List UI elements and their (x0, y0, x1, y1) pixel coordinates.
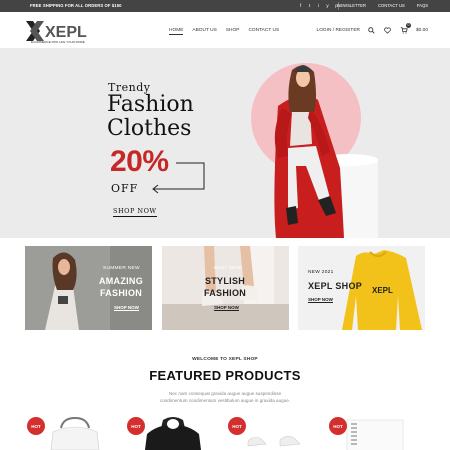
arrow-decoration (152, 162, 205, 194)
newsletter-link[interactable]: NEWSLETTER (337, 3, 366, 8)
xepl-logo[interactable]: XEPL ECOMMERCE PRO LIFE YOUR PRIDE (24, 18, 102, 44)
banner2-title-line1: STYLISH (204, 276, 246, 286)
cart-total[interactable]: $0.00 (416, 28, 428, 33)
free-shipping-text: FREE SHIPPING FOR ALL ORDERS OF $150 (30, 3, 122, 8)
top-links: NEWSLETTER CONTACT US FAQS (337, 3, 428, 8)
instagram-icon[interactable]: i (316, 3, 321, 8)
cart-count-badge: 0 (405, 23, 411, 28)
site-header: XEPL ECOMMERCE PRO LIFE YOUR PRIDE HOME … (0, 12, 450, 48)
banner1-shop-now-link[interactable]: SHOP NOW (114, 305, 139, 311)
logo-tagline: ECOMMERCE PRO LIFE YOUR PRIDE (31, 40, 85, 44)
search-icon[interactable] (368, 26, 376, 34)
banner3-shop-now-link[interactable]: SHOP NOW (308, 297, 333, 303)
youtube-icon[interactable]: y (325, 3, 330, 8)
twitter-icon[interactable]: t (307, 3, 312, 8)
banner1-title-line2: FASHION (99, 288, 143, 298)
featured-description-line2: condimentum condimentum vestibulum augue… (159, 398, 291, 403)
main-nav: HOME ABOUT US SHOP CONTACT US (169, 28, 279, 35)
nav-contact-us[interactable]: CONTACT US (248, 28, 279, 33)
header-actions: LOGIN / REGISTER 0 $0.00 (317, 23, 428, 34)
welcome-text: WELCOME TO XEPL SHOP (192, 357, 258, 362)
hot-badge: HOT (27, 417, 45, 435)
banner3-title: XEPL SHOP (308, 281, 363, 291)
banner1-eyebrow: SUMMER NEW (103, 266, 140, 271)
product-card[interactable]: HOT (125, 414, 217, 450)
login-register-link[interactable]: LOGIN / REGISTER (317, 28, 360, 33)
banner3-eyebrow: NEW 2021 (308, 270, 334, 275)
product-card[interactable]: HOT (327, 414, 419, 450)
nav-about-us[interactable]: ABOUT US (192, 28, 216, 33)
heart-icon[interactable] (384, 26, 392, 34)
faqs-link[interactable]: FAQS (417, 3, 428, 8)
hot-badge: HOT (127, 417, 145, 435)
cart-icon[interactable]: 0 (400, 23, 411, 34)
hero-model-image (251, 63, 378, 238)
featured-description-line1: Nec nam consequat gravida augue augue su… (168, 391, 282, 396)
social-links: f t i y p (298, 3, 339, 8)
banner1-title-line1: AMAZING (98, 276, 144, 286)
banner2-title-line2: FASHION (203, 288, 247, 298)
promo-banner-amazing-fashion[interactable]: SUMMER NEW AMAZING FASHION SHOP NOW (25, 246, 152, 330)
hero-banner: Trendy Fashion Clothes 20% OFF SHOP NOW (0, 48, 450, 238)
facebook-icon[interactable]: f (298, 3, 303, 8)
product-card[interactable]: HOT (226, 414, 318, 450)
banner2-eyebrow: BEST NEW (214, 266, 242, 271)
nav-shop[interactable]: SHOP (226, 28, 240, 33)
hot-badge: HOT (228, 417, 246, 435)
hero-shop-now-button[interactable]: SHOP NOW (113, 207, 157, 217)
hot-badge: HOT (329, 417, 347, 435)
hero-off-label: OFF (111, 182, 139, 195)
banner2-shop-now-link[interactable]: SHOP NOW (214, 305, 239, 311)
promo-banner-stylish-fashion[interactable]: BEST NEW STYLISH FASHION SHOP NOW (162, 246, 289, 330)
logo-text: XEPL (45, 24, 87, 41)
hero-title-line2: Clothes (107, 116, 192, 141)
top-bar: FREE SHIPPING FOR ALL ORDERS OF $150 f t… (0, 0, 450, 12)
promo-banner-xepl-shop[interactable]: XEPL NEW 2021 XEPL SHOP SHOP NOW (298, 246, 425, 330)
contact-us-top-link[interactable]: CONTACT US (378, 3, 405, 8)
hero-title-line1: Fashion (107, 92, 194, 117)
product-card[interactable]: HOT (25, 414, 117, 450)
sweater-logo-text: XEPL (372, 286, 393, 295)
featured-products-title: FEATURED PRODUCTS (149, 368, 301, 383)
nav-home[interactable]: HOME (169, 28, 184, 35)
